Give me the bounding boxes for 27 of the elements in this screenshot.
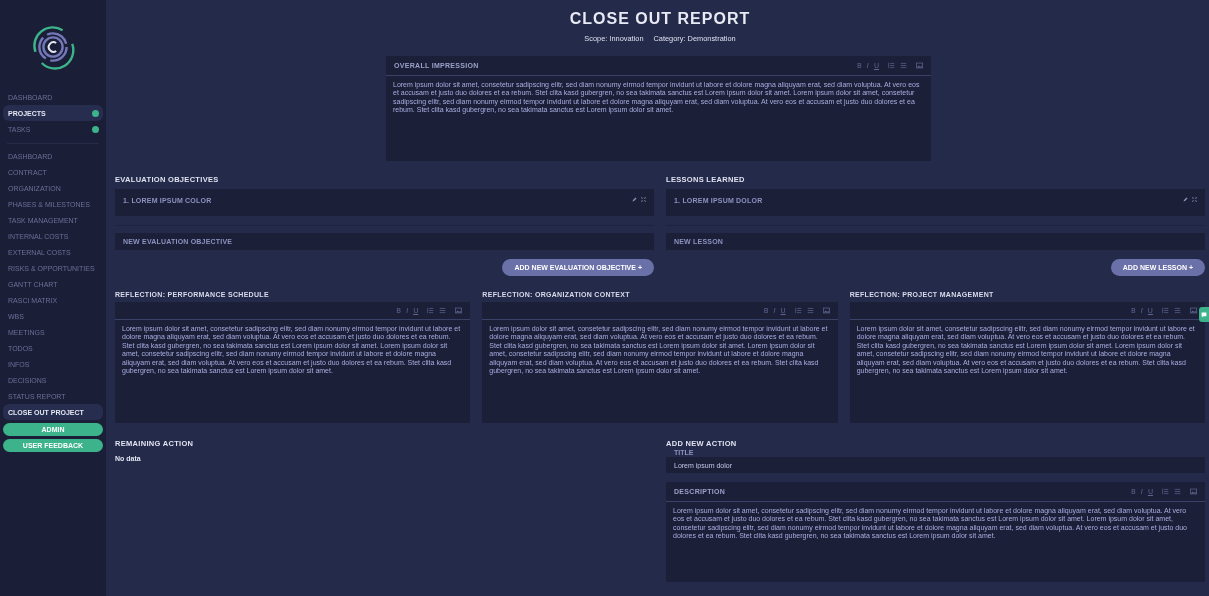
numbered-list-icon[interactable] bbox=[1162, 488, 1169, 495]
numbered-list-icon[interactable] bbox=[427, 307, 435, 314]
pencil-icon[interactable] bbox=[1183, 197, 1188, 202]
description-editor[interactable] bbox=[666, 482, 1205, 582]
reflection-editor[interactable] bbox=[849, 302, 1205, 423]
numbered-list-icon[interactable] bbox=[794, 307, 802, 314]
numbered-list-icon[interactable] bbox=[888, 62, 895, 69]
bullet-list-icon[interactable] bbox=[439, 307, 447, 314]
image-icon[interactable] bbox=[822, 307, 830, 314]
bullet-list-icon[interactable] bbox=[900, 62, 907, 69]
image-icon[interactable] bbox=[1190, 488, 1197, 495]
bullet-list-icon[interactable] bbox=[1174, 307, 1181, 314]
image-icon[interactable] bbox=[1190, 307, 1197, 314]
numbered-list-icon[interactable] bbox=[1162, 307, 1169, 314]
bullet-list-icon[interactable] bbox=[806, 307, 814, 314]
image-icon[interactable] bbox=[916, 62, 923, 69]
pencil-icon[interactable] bbox=[632, 197, 637, 202]
expand-icon[interactable] bbox=[1192, 197, 1197, 202]
bullet-list-icon[interactable] bbox=[1174, 488, 1181, 495]
overall-impression-editor[interactable] bbox=[386, 56, 931, 161]
reflection-editor[interactable] bbox=[115, 302, 471, 423]
feedback-tab[interactable] bbox=[1199, 307, 1209, 322]
expand-icon[interactable] bbox=[641, 197, 646, 202]
reflection-editor[interactable] bbox=[482, 302, 838, 423]
image-icon[interactable] bbox=[455, 307, 463, 314]
chat-icon bbox=[1201, 311, 1207, 318]
page-title: CLOSE OUT REPORT bbox=[568, 9, 752, 29]
